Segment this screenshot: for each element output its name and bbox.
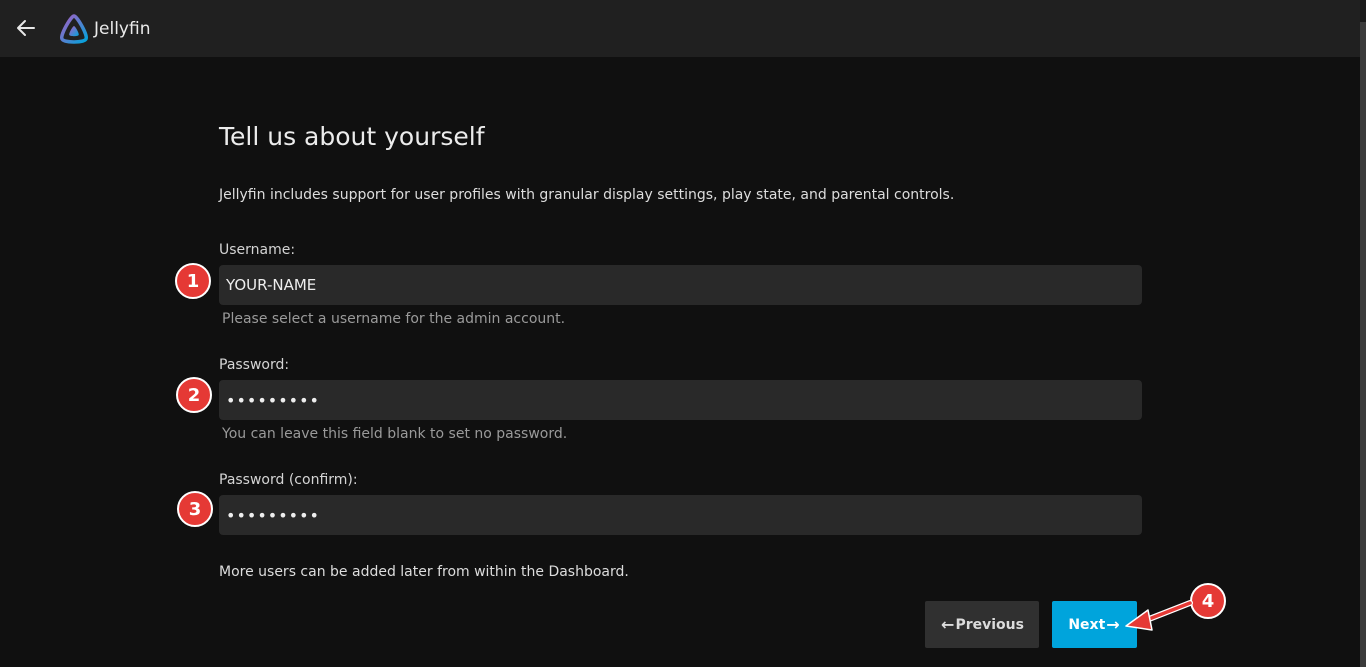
username-input[interactable] (219, 265, 1142, 305)
annotation-badge-3: 3 (177, 491, 213, 527)
scrollbar-thumb[interactable] (1360, 22, 1366, 667)
footnote-text: More users can be added later from withi… (219, 564, 629, 580)
app-name: Jellyfin (94, 19, 151, 39)
password-label: Password: (219, 357, 290, 373)
username-label: Username: (219, 242, 296, 258)
annotation-arrow-icon (1125, 600, 1193, 631)
app-logo[interactable]: Jellyfin (58, 13, 150, 45)
next-button-label: Next (1068, 616, 1106, 633)
setup-user-form: Tell us about yourself Jellyfin includes… (219, 0, 1142, 667)
username-help: Please select a username for the admin a… (222, 311, 566, 327)
password-confirm-label: Password (confirm): (219, 472, 358, 488)
previous-button-label: Previous (955, 616, 1024, 633)
password-help: You can leave this field blank to set no… (222, 426, 568, 442)
annotation-badge-1: 1 (175, 263, 211, 299)
page-title: Tell us about yourself (219, 122, 485, 151)
arrow-left-icon: ← (941, 615, 955, 634)
jellyfin-logo-icon (60, 14, 88, 44)
scrollbar-track[interactable] (1360, 0, 1366, 667)
intro-text: Jellyfin includes support for user profi… (219, 187, 955, 203)
annotation-badge-2: 2 (176, 377, 212, 413)
password-input[interactable] (219, 380, 1142, 420)
back-arrow-icon (17, 20, 35, 36)
password-confirm-input[interactable] (219, 495, 1142, 535)
back-button[interactable] (14, 16, 38, 40)
previous-button[interactable]: ← Previous (925, 601, 1039, 648)
